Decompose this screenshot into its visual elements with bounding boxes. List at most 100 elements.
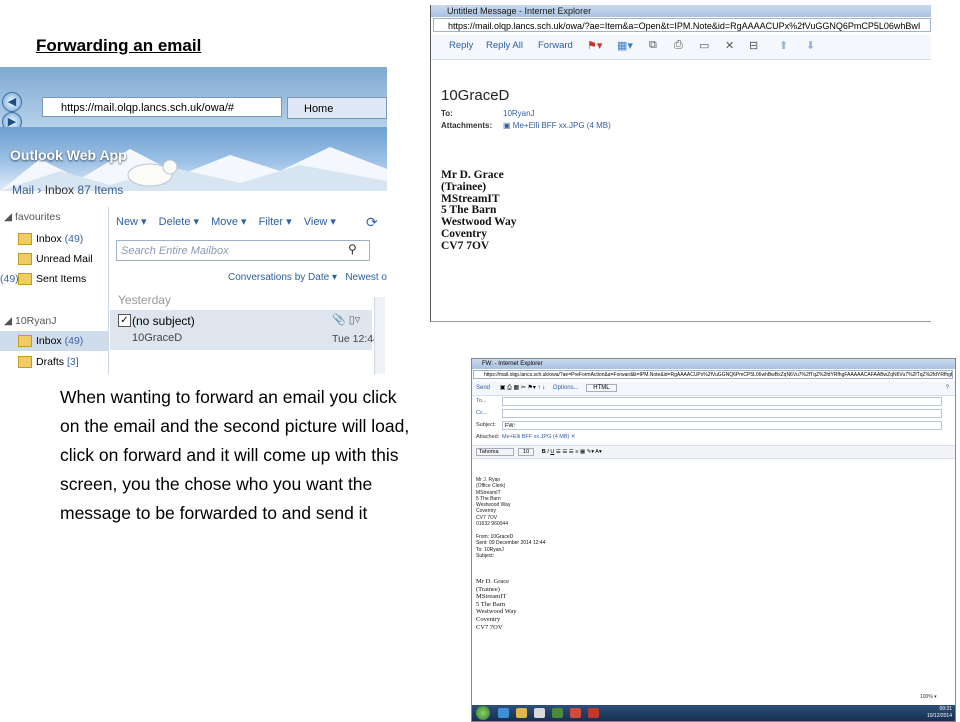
account-header[interactable]: ◢ 10RyanJ bbox=[4, 315, 56, 327]
filter-button[interactable]: Filter ▾ bbox=[259, 216, 292, 228]
excel-taskbar-icon[interactable] bbox=[552, 708, 563, 718]
delete-icon[interactable]: ✕ bbox=[725, 39, 734, 52]
to-field[interactable] bbox=[502, 397, 942, 406]
search-icon[interactable]: ⚲ bbox=[348, 242, 357, 256]
explorer-taskbar-icon[interactable] bbox=[516, 708, 527, 718]
attached-file[interactable]: Me+Elli BFF xx.JPG (4 MB) ✕ bbox=[502, 434, 576, 440]
to-label: To: bbox=[441, 109, 453, 118]
clock-date: 10/12/2014 bbox=[926, 712, 952, 719]
signature-line: 01632 960044 bbox=[476, 521, 508, 528]
folder-label: Inbox bbox=[36, 335, 62, 347]
move-icon[interactable]: ⧉ bbox=[649, 39, 657, 52]
view-button[interactable]: View ▾ bbox=[304, 216, 336, 228]
folder-icon bbox=[18, 356, 32, 369]
cc-field[interactable] bbox=[502, 409, 942, 418]
breadcrumb-mail[interactable]: Mail bbox=[12, 183, 34, 197]
folder-label: Drafts bbox=[36, 356, 65, 368]
taskbar-clock: 09:31 10/12/2014 bbox=[912, 706, 952, 719]
breadcrumb-item-count: 87 Items bbox=[77, 183, 124, 197]
window-title: FW: - Internet Explorer bbox=[472, 359, 955, 369]
media-taskbar-icon[interactable] bbox=[534, 708, 545, 718]
start-button[interactable] bbox=[476, 706, 490, 720]
back-icon[interactable]: ◀ bbox=[2, 92, 22, 112]
signature-line: CV7 7OV bbox=[476, 623, 503, 631]
address-bar[interactable]: https://mail.olqp.lancs.sch.uk/owa/?ae=I… bbox=[433, 18, 931, 32]
folder-unread-mail[interactable]: Unread Mail (49) bbox=[0, 249, 108, 285]
folder-inbox[interactable]: Inbox (49) bbox=[0, 331, 108, 351]
slide-title: Forwarding an email bbox=[36, 36, 202, 55]
attachments-label: Attachments: bbox=[441, 121, 493, 130]
quoted-signature: Mr D. Grace (Trainee) MStreamIT 5 The Ba… bbox=[476, 578, 517, 631]
print-icon[interactable]: ⎙ bbox=[674, 39, 683, 52]
compose-toolbar: Send ▣ ⎙ ▦ ✂ ⚑▾ ↑ ↓ Options... HTML ? bbox=[472, 381, 955, 396]
mail-toolbar: New ▾ Delete ▾ Move ▾ Filter ▾ View ▾ bbox=[116, 215, 345, 228]
pdf-taskbar-icon[interactable] bbox=[588, 708, 599, 718]
subject-field[interactable]: FW: bbox=[502, 421, 942, 430]
formatting-icons[interactable]: B I U ☰ ☰ ☰ ≡ ▦ ✎▾ A▾ bbox=[542, 449, 602, 455]
next-icon[interactable]: ⬇ bbox=[806, 39, 815, 52]
to-value[interactable]: 10RyanJ bbox=[503, 109, 535, 118]
folder-icon bbox=[18, 273, 32, 286]
group-header: Yesterday bbox=[118, 293, 171, 307]
new-button[interactable]: New ▾ bbox=[116, 216, 147, 228]
folder-icon bbox=[18, 335, 32, 348]
format-select[interactable]: HTML bbox=[586, 384, 617, 392]
flag-icon[interactable]: ⚑▾ bbox=[587, 39, 602, 52]
refresh-icon[interactable]: ⟳ bbox=[366, 214, 378, 231]
signature-line: (Trainee) bbox=[441, 180, 487, 193]
categorize-icon[interactable]: ▦▾ bbox=[617, 39, 633, 52]
favourites-label: favourites bbox=[15, 211, 61, 223]
folder-icon[interactable]: ▭ bbox=[699, 39, 709, 52]
ie-taskbar-icon[interactable] bbox=[498, 708, 509, 718]
help-icon[interactable]: ? bbox=[946, 381, 949, 395]
send-button[interactable]: Send bbox=[476, 385, 490, 391]
junk-icon[interactable]: ⊟ bbox=[749, 39, 758, 52]
sort-newest-button[interactable]: Newest on Top bbox=[345, 272, 387, 283]
signature-line: (Trainee) bbox=[476, 585, 500, 593]
quoted-sent: Sent: 09 December 2014 12:44 bbox=[476, 540, 546, 547]
signature-line: Coventry bbox=[476, 615, 501, 623]
sort-conversations-button[interactable]: Conversations by Date ▾ bbox=[228, 272, 337, 283]
zoom-control[interactable]: 100% ▾ bbox=[920, 694, 937, 700]
browser-nav: ◀ ▶ bbox=[2, 92, 42, 132]
move-button[interactable]: Move ▾ bbox=[211, 216, 246, 228]
scrollbar[interactable] bbox=[374, 297, 385, 374]
sender-signature: Mr J. Ryan (Office Clerk) MStreamIT 5 Th… bbox=[476, 477, 510, 527]
chrome-taskbar-icon[interactable] bbox=[570, 708, 581, 718]
folder-drafts[interactable]: Drafts [3] bbox=[0, 352, 108, 372]
attachment-link[interactable]: ▣ Me+Elli BFF xx.JPG (4 MB) bbox=[503, 121, 611, 130]
tab-label: Home bbox=[304, 103, 334, 115]
message-checkbox[interactable]: ✓ bbox=[118, 314, 131, 327]
quoted-header: From: 10GraceD Sent: 09 December 2014 12… bbox=[476, 534, 546, 559]
signature-line: CV7 7OV bbox=[441, 239, 490, 252]
cc-button[interactable]: Cc... bbox=[476, 410, 487, 416]
toolbar-icons: ▣ ⎙ ▦ ✂ ⚑▾ ↑ ↓ bbox=[499, 385, 546, 391]
window-title: Untitled Message - Internet Explorer bbox=[431, 5, 931, 17]
signature-line: 5 The Barn bbox=[476, 600, 506, 608]
signature: Mr D. Grace (Trainee) MStreamIT 5 The Ba… bbox=[441, 169, 517, 253]
folder-count: (49) bbox=[64, 335, 84, 347]
sort-controls: Conversations by Date ▾ Newest on Top bbox=[228, 272, 387, 283]
folder-sent-items[interactable]: Sent Items bbox=[0, 269, 108, 289]
reply-button[interactable]: Reply bbox=[449, 40, 473, 51]
browser-tab-home[interactable]: Home bbox=[287, 97, 387, 119]
breadcrumb: Mail › Inbox 87 Items bbox=[12, 183, 123, 197]
previous-icon[interactable]: ⬆ bbox=[779, 39, 788, 52]
forward-button[interactable]: Forward bbox=[538, 40, 573, 51]
font-select[interactable]: Tahoma bbox=[476, 448, 514, 456]
folder-icon bbox=[18, 233, 32, 246]
favourites-header[interactable]: ◢ favourites bbox=[4, 211, 61, 223]
address-bar[interactable]: https://mail.olqp.lancs.sch.uk/owa/?ae=P… bbox=[473, 370, 953, 379]
reply-all-button[interactable]: Reply All bbox=[486, 40, 523, 51]
folder-label: Inbox bbox=[36, 233, 62, 245]
to-button[interactable]: To... bbox=[476, 398, 486, 404]
search-input[interactable]: Search Entire Mailbox bbox=[116, 240, 370, 261]
font-size-select[interactable]: 10 bbox=[518, 448, 535, 456]
folder-inbox-favourite[interactable]: Inbox (49) bbox=[0, 229, 108, 249]
signature-line: MStreamIT bbox=[476, 593, 507, 601]
address-bar[interactable]: https://mail.olqp.lancs.sch.uk/owa/# bbox=[42, 97, 282, 117]
folder-count: (49) bbox=[64, 233, 84, 245]
delete-button[interactable]: Delete ▾ bbox=[159, 216, 199, 228]
options-button[interactable]: Options... bbox=[553, 385, 579, 391]
inbox-screenshot: ◀ ▶ https://mail.olqp.lancs.sch.uk/owa/#… bbox=[0, 67, 387, 374]
